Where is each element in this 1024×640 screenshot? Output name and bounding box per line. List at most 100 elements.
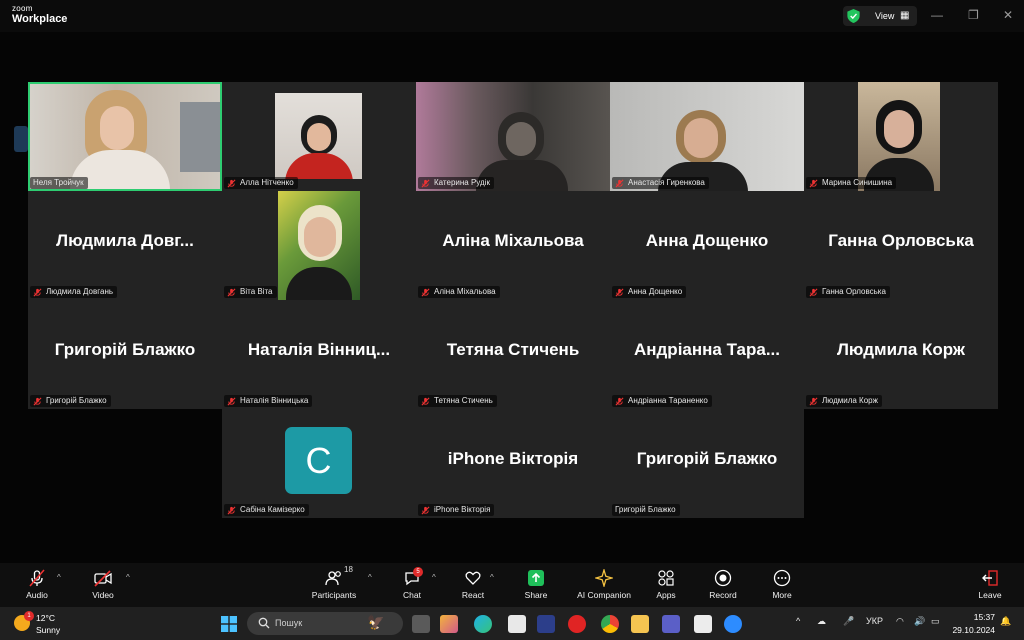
- participant-name-display: Аліна Міхальова: [442, 231, 584, 250]
- cloud-icon[interactable]: ☁: [817, 616, 826, 627]
- video-tile[interactable]: Неля Тройчук: [28, 82, 222, 191]
- video-tile[interactable]: Григорій Блажко Григорій Блажко: [28, 300, 222, 409]
- view-button[interactable]: View ▦: [843, 6, 917, 26]
- ai-companion-button[interactable]: AI Companion: [574, 569, 634, 600]
- name-label: Людмила Корж: [806, 395, 882, 407]
- video-button[interactable]: Video: [88, 569, 118, 600]
- mic-muted-icon: [33, 397, 42, 405]
- react-button[interactable]: React: [459, 569, 487, 600]
- participant-video: [416, 82, 610, 191]
- video-tile[interactable]: Катерина Рудік: [416, 82, 610, 191]
- participant-name-display: Тетяна Стичень: [446, 340, 580, 359]
- volume-icon[interactable]: 🔊: [914, 616, 925, 627]
- name-label: Анна Дощенко: [612, 286, 687, 298]
- taskbar-clock[interactable]: 15:37 29.10.2024: [945, 612, 995, 635]
- microphone-icon[interactable]: 🎤: [843, 616, 854, 627]
- name-label: Сабіна Камізерко: [224, 504, 309, 516]
- record-icon: [714, 569, 732, 587]
- file-explorer-icon[interactable]: [631, 615, 649, 633]
- video-tile[interactable]: Тетяна Стичень Тетяна Стичень: [416, 300, 610, 409]
- name-label: Алла Нітченко: [224, 177, 298, 189]
- video-off-icon: [94, 570, 112, 587]
- video-tile[interactable]: Ганна Орловська Ганна Орловська: [804, 191, 998, 300]
- video-options-chevron-icon[interactable]: ^: [126, 573, 130, 582]
- apps-button[interactable]: Apps: [653, 569, 679, 600]
- name-label: Катерина Рудік: [418, 177, 494, 189]
- video-tile[interactable]: C Сабіна Камізерко: [222, 409, 416, 518]
- video-tile[interactable]: Людмила Корж Людмила Корж: [804, 300, 998, 409]
- close-icon[interactable]: ✕: [1003, 8, 1013, 22]
- weather-badge: 1: [24, 611, 34, 621]
- clock-date: 29.10.2024: [952, 625, 995, 635]
- chat-options-chevron-icon[interactable]: ^: [432, 573, 436, 582]
- video-tile[interactable]: Аліна Міхальова Аліна Міхальова: [416, 191, 610, 300]
- video-tile[interactable]: Наталія Вінниц... Наталія Вінницька: [222, 300, 416, 409]
- zoom-app-icon[interactable]: [724, 615, 742, 633]
- video-tile[interactable]: iPhone Вікторія iPhone Вікторія: [416, 409, 610, 518]
- title-bar: zoom Workplace View ▦ — ❐ ✕: [0, 0, 1024, 32]
- name-label: Марина Синишина: [806, 177, 897, 189]
- heart-icon: [465, 571, 481, 585]
- chrome-icon[interactable]: [601, 615, 619, 633]
- chat-unread-badge: 5: [413, 567, 423, 577]
- taskbar-search[interactable]: Пошук 🦅: [247, 612, 403, 635]
- meeting-toolbar: Audio ^ Video ^ Participants 18 ^ 5 Chat…: [0, 563, 1024, 607]
- share-button[interactable]: Share: [522, 569, 550, 600]
- windows-taskbar: 1 12°C Sunny Пошук 🦅 ^ ☁ 🎤 УКР ◠ 🔊 ▭ 15:…: [0, 607, 1024, 640]
- windows-start-icon[interactable]: [221, 616, 237, 637]
- logo-top: zoom: [12, 4, 33, 13]
- task-view-icon[interactable]: [412, 615, 430, 633]
- video-tile[interactable]: Алла Нітченко: [222, 82, 416, 191]
- video-tile[interactable]: Людмила Довг... Людмила Довгань: [28, 191, 222, 300]
- side-panel-handle[interactable]: [14, 126, 28, 152]
- shield-check-icon[interactable]: [847, 9, 860, 23]
- mic-muted-icon: [615, 179, 624, 187]
- video-tile[interactable]: Віта Віта: [222, 191, 416, 300]
- battery-icon[interactable]: ▭: [931, 616, 940, 627]
- participant-name-display: Людмила Корж: [837, 340, 965, 359]
- participant-video: [858, 82, 940, 191]
- logo-bottom: Workplace: [12, 13, 68, 25]
- record-button[interactable]: Record: [707, 569, 739, 600]
- restore-icon[interactable]: ❐: [968, 8, 979, 22]
- name-label: iPhone Вікторія: [418, 504, 495, 516]
- mic-muted-icon: [227, 179, 236, 187]
- video-tile[interactable]: Андріанна Тара... Андріанна Тараненко: [610, 300, 804, 409]
- participants-count: 18: [344, 565, 353, 574]
- participant-name-display: Ганна Орловська: [828, 231, 974, 250]
- name-label: Григорій Блажко: [30, 395, 111, 407]
- leave-icon: [982, 570, 998, 586]
- edge-icon[interactable]: [474, 615, 492, 633]
- teams-icon[interactable]: [662, 615, 680, 633]
- video-tile[interactable]: Анастасія Гиренкова: [610, 82, 804, 191]
- opera-icon[interactable]: [568, 615, 586, 633]
- copilot-icon[interactable]: [440, 615, 458, 633]
- notification-bell-icon[interactable]: 🔔: [1000, 616, 1011, 627]
- mic-muted-icon: [33, 288, 42, 296]
- store-icon[interactable]: [508, 615, 526, 633]
- audio-button[interactable]: Audio: [22, 569, 52, 600]
- react-options-chevron-icon[interactable]: ^: [490, 573, 494, 582]
- audio-options-chevron-icon[interactable]: ^: [57, 573, 61, 582]
- video-tile[interactable]: Григорій Блажко Григорій Блажко: [610, 409, 804, 518]
- minimize-icon[interactable]: —: [931, 8, 943, 22]
- app-icon[interactable]: [694, 615, 712, 633]
- app-icon[interactable]: [537, 615, 555, 633]
- participant-name-display: Анна Дощенко: [645, 231, 769, 250]
- mic-muted-icon: [809, 397, 818, 405]
- mic-muted-icon: [615, 288, 624, 296]
- leave-button[interactable]: Leave: [977, 569, 1003, 600]
- mic-muted-icon: [421, 288, 430, 296]
- more-icon: [773, 569, 791, 587]
- language-indicator[interactable]: УКР: [866, 616, 883, 626]
- tray-overflow-chevron-icon[interactable]: ^: [796, 616, 800, 626]
- more-button[interactable]: More: [769, 569, 795, 600]
- chat-button[interactable]: 5 Chat: [400, 567, 424, 600]
- video-tile[interactable]: Анна Дощенко Анна Дощенко: [610, 191, 804, 300]
- participants-options-chevron-icon[interactable]: ^: [368, 573, 372, 582]
- wifi-icon[interactable]: ◠: [896, 616, 904, 627]
- video-tile[interactable]: Марина Синишина: [804, 82, 998, 191]
- mic-muted-icon: [615, 397, 624, 405]
- name-label: Андріанна Тараненко: [612, 395, 712, 407]
- participant-name-display: Наталія Вінниц...: [247, 340, 391, 359]
